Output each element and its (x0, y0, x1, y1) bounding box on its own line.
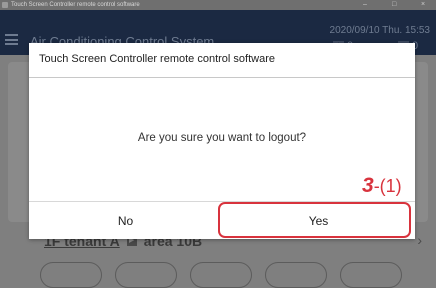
dialog-title: Touch Screen Controller remote control s… (39, 53, 275, 65)
window-title-bar: Touch Screen Controller remote control s… (0, 0, 436, 10)
step-substep: -(1) (373, 176, 402, 196)
divider (29, 77, 415, 78)
date-time: 2020/09/10 Thu. 15:53 (329, 25, 430, 36)
dialog-message: Are you sure you want to logout? (137, 132, 307, 144)
no-button[interactable]: No (29, 202, 222, 239)
minimize-button[interactable]: – (363, 0, 367, 10)
mode-button[interactable] (340, 262, 402, 288)
chevron-right-icon[interactable]: › (417, 232, 422, 248)
menu-icon[interactable] (5, 34, 18, 45)
maximize-button[interactable]: □ (392, 0, 396, 10)
mode-button[interactable] (115, 262, 177, 288)
close-window-button[interactable]: × (421, 0, 425, 10)
mode-button[interactable] (190, 262, 252, 288)
yes-button-highlight (218, 202, 411, 238)
window-title: Touch Screen Controller remote control s… (11, 2, 140, 8)
mode-button[interactable] (40, 262, 102, 288)
mode-button[interactable] (265, 262, 327, 288)
step-callout: 3-(1) (362, 174, 402, 198)
app-icon (2, 2, 8, 8)
step-number: 3 (362, 174, 374, 197)
